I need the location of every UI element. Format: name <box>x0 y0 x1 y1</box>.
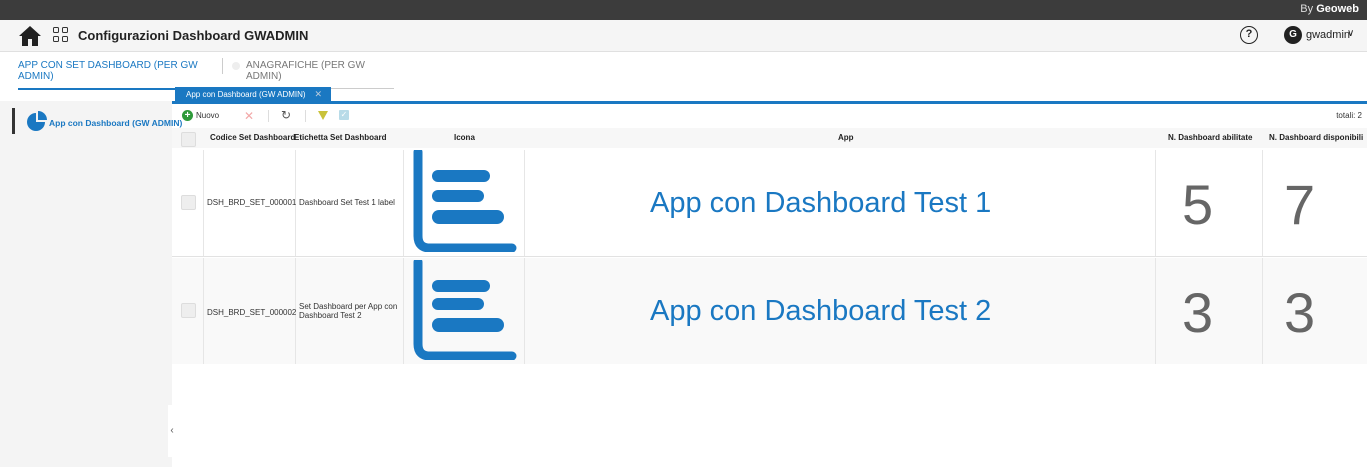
delete-icon[interactable]: ✕ <box>244 109 254 123</box>
new-button-label: Nuovo <box>196 111 220 120</box>
column-header-app[interactable]: App <box>838 133 854 142</box>
select-all-checkbox[interactable] <box>181 132 196 147</box>
code-cell: DSH_BRD_SET_000001 <box>207 198 297 207</box>
available-count: 7 <box>1284 173 1316 236</box>
brand-prefix: By <box>1300 3 1314 15</box>
brand-name: Geoweb <box>1316 3 1359 15</box>
chevron-down-icon[interactable]: ∨ <box>1347 28 1354 39</box>
close-icon[interactable]: ✕ <box>314 89 322 100</box>
subtab-underline <box>172 101 1367 104</box>
label-cell: Set Dashboard per App con Dashboard Test… <box>299 302 398 320</box>
table-row[interactable]: DSH_BRD_SET_000001 Dashboard Set Test 1 … <box>172 150 1367 256</box>
help-icon[interactable]: ? <box>1240 26 1258 44</box>
app-header: Configurazioni Dashboard GWADMIN ? G gwa… <box>0 20 1367 52</box>
app-name: App con Dashboard Test 1 <box>650 187 992 219</box>
apps-grid-icon[interactable] <box>53 27 69 43</box>
row-checkbox[interactable] <box>181 303 196 318</box>
tab-app-con-set-dashboard[interactable]: APP CON SET DASHBOARD (PER GW ADMIN) <box>18 60 208 90</box>
row-divider <box>172 256 1367 257</box>
tab-divider <box>222 58 223 74</box>
refresh-icon[interactable]: ↻ <box>281 108 291 122</box>
toolbar-divider <box>305 110 306 122</box>
home-icon[interactable] <box>18 25 42 47</box>
app-logo-icon <box>413 150 517 252</box>
top-bar: By Geoweb <box>0 0 1367 20</box>
tab-anagrafiche[interactable]: ANAGRAFICHE (PER GW ADMIN) <box>246 60 394 89</box>
table-row[interactable]: DSH_BRD_SET_000002 Set Dashboard per App… <box>172 258 1367 364</box>
enabled-count: 3 <box>1182 281 1214 344</box>
sidebar-item-label: App con Dashboard (GW ADMIN) <box>49 118 183 128</box>
tab-status-dot <box>232 62 240 70</box>
column-header-available[interactable]: N. Dashboard disponibili <box>1269 133 1363 142</box>
subtab-label: App con Dashboard (GW ADMIN) <box>186 90 306 99</box>
column-header-icon[interactable]: Icona <box>454 133 475 142</box>
pie-chart-icon <box>27 111 47 131</box>
column-header-enabled[interactable]: N. Dashboard abilitate <box>1168 133 1252 142</box>
page-title: Configurazioni Dashboard GWADMIN <box>78 28 309 43</box>
user-name[interactable]: gwadmin <box>1306 29 1350 41</box>
active-indicator <box>12 108 15 134</box>
toolbar-divider <box>268 110 269 122</box>
toolbar: + Nuovo ✕ ↻ ✓ totali: 2 <box>172 106 1367 126</box>
label-cell: Dashboard Set Test 1 label <box>299 198 395 207</box>
table-header: Codice Set Dashboard Etichetta Set Dashb… <box>172 128 1367 148</box>
plus-icon: + <box>182 110 193 121</box>
new-button[interactable]: + Nuovo <box>182 109 238 123</box>
filter-icon[interactable] <box>318 111 328 120</box>
row-checkbox[interactable] <box>181 195 196 210</box>
checkbox-icon[interactable]: ✓ <box>339 110 349 120</box>
app-name: App con Dashboard Test 2 <box>650 295 992 327</box>
main-tabs: APP CON SET DASHBOARD (PER GW ADMIN) ANA… <box>0 52 1367 90</box>
enabled-count: 5 <box>1182 173 1214 236</box>
collapse-sidebar-button[interactable]: ‹ <box>168 405 176 457</box>
sidebar: App con Dashboard (GW ADMIN) <box>0 101 182 467</box>
code-cell: DSH_BRD_SET_000002 <box>207 308 297 317</box>
app-logo-icon <box>413 260 517 360</box>
available-count: 3 <box>1284 281 1316 344</box>
column-header-label[interactable]: Etichetta Set Dashboard <box>294 133 386 142</box>
column-header-code[interactable]: Codice Set Dashboard <box>210 133 295 142</box>
brand-credit: By Geoweb <box>1300 3 1359 15</box>
avatar[interactable]: G <box>1284 26 1302 44</box>
sidebar-item-app-con-dashboard[interactable]: App con Dashboard (GW ADMIN) <box>10 107 182 134</box>
totals-count: totali: 2 <box>1336 111 1362 120</box>
